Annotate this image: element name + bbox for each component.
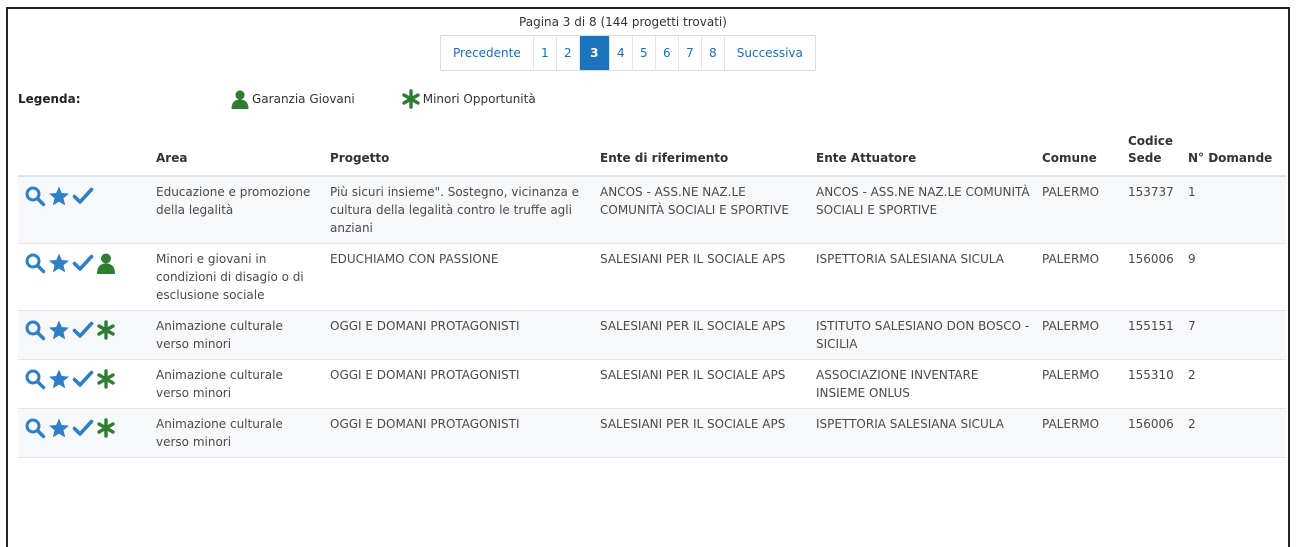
table-row: Animazione culturale verso minori OGGI E… (18, 408, 1286, 458)
cell-ente-riferimento: SALESIANI PER IL SOCIALE APS (594, 408, 810, 458)
pagination-page-4[interactable]: 4 (610, 36, 633, 70)
cell-progetto: OGGI E DOMANI PROTAGONISTI (324, 408, 594, 458)
asterisk-icon (96, 319, 116, 341)
pagination-prev-button[interactable]: Precedente (441, 36, 534, 70)
row-actions (18, 408, 150, 458)
header-ente-attuatore[interactable]: Ente Attuatore (810, 133, 1036, 177)
cell-progetto: OGGI E DOMANI PROTAGONISTI (324, 310, 594, 360)
checkmark-icon[interactable] (72, 417, 94, 439)
cell-ente-riferimento: SALESIANI PER IL SOCIALE APS (594, 359, 810, 409)
cell-codice-sede: 155151 (1122, 310, 1182, 360)
legend: Legenda: Garanzia Giovani Minori Opportu… (18, 89, 582, 109)
cell-progetto: EDUCHIAMO CON PASSIONE (324, 243, 594, 311)
header-progetto[interactable]: Progetto (324, 133, 594, 177)
cell-n-domande: 2 (1182, 408, 1286, 458)
cell-area: Educazione e promozione della legalità (150, 176, 324, 244)
cell-ente-attuatore: ISPETTORIA SALESIANA SICULA (810, 408, 1036, 458)
projects-table: Area Progetto Ente di riferimento Ente A… (18, 133, 1286, 458)
cell-progetto: Più sicuri insieme". Sostegno, vicinanza… (324, 176, 594, 244)
asterisk-icon (96, 368, 116, 390)
search-icon[interactable] (24, 368, 46, 390)
cell-ente-riferimento: SALESIANI PER IL SOCIALE APS (594, 310, 810, 360)
cell-area: Animazione culturale verso minori (150, 359, 324, 409)
cell-codice-sede: 155310 (1122, 359, 1182, 409)
cell-ente-attuatore: ANCOS - ASS.NE NAZ.LE COMUNITÀ SOCIALI E… (810, 176, 1036, 244)
cell-ente-riferimento: ANCOS - ASS.NE NAZ.LE COMUNITÀ SOCIALI E… (594, 176, 810, 244)
cell-comune: PALERMO (1036, 176, 1122, 244)
cell-n-domande: 2 (1182, 359, 1286, 409)
header-actions (18, 133, 150, 177)
table-header-row: Area Progetto Ente di riferimento Ente A… (18, 133, 1286, 177)
checkmark-icon[interactable] (72, 252, 94, 274)
table-row: Animazione culturale verso minori OGGI E… (18, 359, 1286, 409)
cell-codice-sede: 156006 (1122, 408, 1182, 458)
asterisk-icon (96, 417, 116, 439)
cell-n-domande: 9 (1182, 243, 1286, 311)
pagination-page-7[interactable]: 7 (679, 36, 702, 70)
star-icon[interactable] (48, 319, 70, 341)
page-info: Pagina 3 di 8 (144 progetti trovati) (519, 15, 727, 29)
person-icon (231, 90, 249, 109)
table-row: Educazione e promozione della legalità P… (18, 176, 1286, 244)
legend-label: Legenda: (18, 92, 81, 106)
pagination-page-3-current[interactable]: 3 (579, 36, 610, 70)
cell-comune: PALERMO (1036, 310, 1122, 360)
cell-area: Animazione culturale verso minori (150, 408, 324, 458)
checkmark-icon[interactable] (72, 185, 94, 207)
pagination-page-8[interactable]: 8 (702, 36, 725, 70)
cell-n-domande: 1 (1182, 176, 1286, 244)
row-actions (18, 359, 150, 409)
legend-item-label: Garanzia Giovani (252, 92, 355, 106)
star-icon[interactable] (48, 368, 70, 390)
person-icon (96, 252, 116, 274)
header-area[interactable]: Area (150, 133, 324, 177)
pagination-next-button[interactable]: Successiva (725, 36, 815, 70)
search-icon[interactable] (24, 319, 46, 341)
cell-codice-sede: 156006 (1122, 243, 1182, 311)
cell-ente-attuatore: ASSOCIAZIONE INVENTARE INSIEME ONLUS (810, 359, 1036, 409)
cell-progetto: OGGI E DOMANI PROTAGONISTI (324, 359, 594, 409)
row-actions (18, 176, 150, 244)
header-comune[interactable]: Comune (1036, 133, 1122, 177)
cell-ente-attuatore: ISPETTORIA SALESIANA SICULA (810, 243, 1036, 311)
table-row: Minori e giovani in condizioni di disagi… (18, 243, 1286, 311)
search-icon[interactable] (24, 185, 46, 207)
cell-area: Minori e giovani in condizioni di disagi… (150, 243, 324, 311)
row-actions (18, 310, 150, 360)
header-ente-riferimento[interactable]: Ente di riferimento (594, 133, 810, 177)
legend-item-garanzia-giovani: Garanzia Giovani (230, 89, 355, 109)
pagination-page-1[interactable]: 1 (534, 36, 557, 70)
checkmark-icon[interactable] (72, 319, 94, 341)
header-n-domande[interactable]: N° Domande (1182, 133, 1286, 177)
cell-comune: PALERMO (1036, 243, 1122, 311)
search-icon[interactable] (24, 252, 46, 274)
pagination: Precedente 1 2 3 4 5 6 7 8 Successiva (440, 35, 816, 71)
cell-comune: PALERMO (1036, 359, 1122, 409)
table-row: Animazione culturale verso minori OGGI E… (18, 310, 1286, 360)
cell-codice-sede: 153737 (1122, 176, 1182, 244)
star-icon[interactable] (48, 185, 70, 207)
cell-ente-riferimento: SALESIANI PER IL SOCIALE APS (594, 243, 810, 311)
results-panel: Pagina 3 di 8 (144 progetti trovati) Pre… (6, 7, 1290, 547)
pagination-page-5[interactable]: 5 (633, 36, 656, 70)
checkmark-icon[interactable] (72, 368, 94, 390)
cell-comune: PALERMO (1036, 408, 1122, 458)
legend-item-minori-opportunita: Minori Opportunità (401, 89, 536, 109)
cell-n-domande: 7 (1182, 310, 1286, 360)
row-actions (18, 243, 150, 311)
asterisk-icon (402, 89, 420, 109)
header-codice-sede[interactable]: Codice Sede (1122, 133, 1182, 177)
pagination-page-6[interactable]: 6 (656, 36, 679, 70)
pagination-page-2[interactable]: 2 (557, 36, 580, 70)
cell-ente-attuatore: ISTITUTO SALESIANO DON BOSCO - SICILIA (810, 310, 1036, 360)
cell-area: Animazione culturale verso minori (150, 310, 324, 360)
star-icon[interactable] (48, 417, 70, 439)
legend-item-label: Minori Opportunità (422, 92, 536, 106)
star-icon[interactable] (48, 252, 70, 274)
search-icon[interactable] (24, 417, 46, 439)
